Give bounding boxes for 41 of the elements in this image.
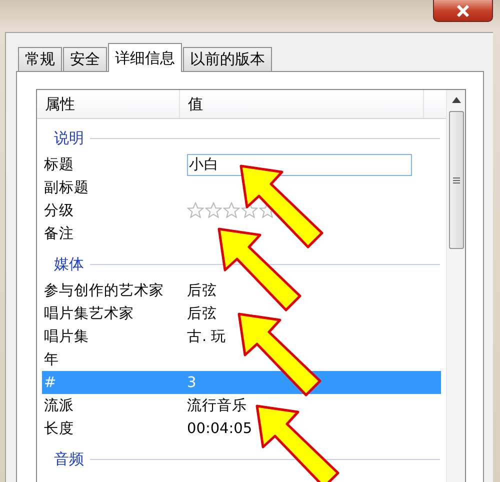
- scrollbar[interactable]: [446, 90, 465, 482]
- property-value: 古. 玩: [187, 328, 226, 346]
- column-header[interactable]: 值: [180, 90, 424, 118]
- property-name: 标题: [43, 156, 75, 174]
- arrow-icon: [236, 311, 324, 399]
- group-heading: 音频: [54, 450, 84, 468]
- arrow-icon: [254, 403, 342, 482]
- arrow-icon: [216, 226, 304, 314]
- property-name: 年: [43, 351, 60, 369]
- tab[interactable]: 以前的版本: [183, 47, 272, 71]
- property-name: 分级: [43, 202, 75, 220]
- group-heading: 说明: [54, 128, 84, 148]
- tab[interactable]: 详细信息: [108, 43, 182, 72]
- tab[interactable]: 安全: [63, 47, 107, 71]
- grip-icon: [452, 176, 460, 184]
- scroll-thumb[interactable]: [448, 111, 464, 249]
- close-button[interactable]: [433, 0, 493, 22]
- property-name: 副标题: [43, 179, 90, 197]
- property-name: 唱片集艺术家: [43, 304, 135, 323]
- property-name: 参与创作的艺术家: [43, 282, 165, 300]
- property-value: 流行音乐: [187, 396, 247, 415]
- property-name: 备注: [43, 225, 75, 243]
- tab[interactable]: 常规: [18, 47, 62, 71]
- group-heading: 媒体: [54, 254, 84, 274]
- close-icon: [456, 4, 470, 16]
- input-field[interactable]: 小白: [187, 154, 412, 176]
- property-value: 3: [187, 374, 196, 390]
- scroll-up-icon: [452, 97, 460, 103]
- property-name: 流派: [43, 396, 75, 415]
- property-name: 唱片集: [43, 328, 90, 346]
- star-icon: [241, 202, 258, 219]
- property-value: 后弦: [187, 282, 217, 300]
- star-icon: [187, 202, 204, 219]
- property-value: 后弦: [187, 305, 217, 323]
- arrow-icon: [238, 163, 326, 251]
- property-name: #: [43, 374, 58, 390]
- property-name: 长度: [43, 420, 75, 438]
- column-header[interactable]: 属性: [37, 90, 180, 118]
- star-icon: [223, 202, 240, 219]
- property-value: 00:04:05: [187, 420, 252, 436]
- star-icon: [205, 202, 222, 219]
